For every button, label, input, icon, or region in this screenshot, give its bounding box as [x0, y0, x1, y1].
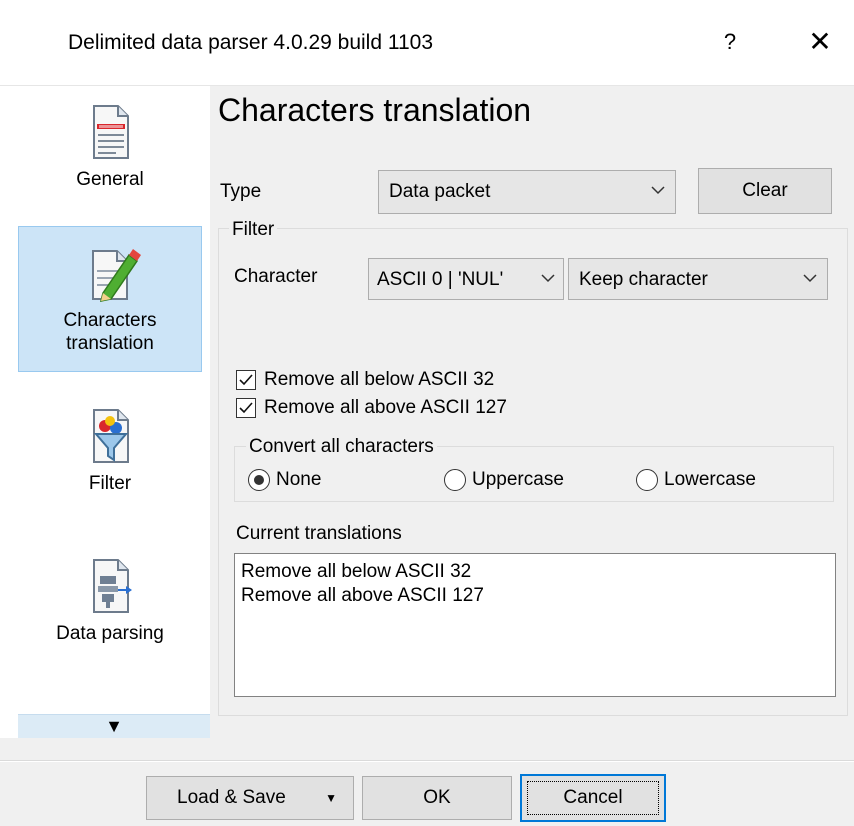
convert-none-radio[interactable] — [248, 469, 270, 491]
focus-ring — [527, 781, 659, 815]
sidebar-item-label: General — [76, 169, 144, 190]
page-title: Characters translation — [218, 92, 532, 128]
type-select[interactable]: Data packet — [378, 170, 676, 214]
document-icon — [93, 105, 129, 159]
load-save-label: Load & Save — [177, 787, 286, 808]
convert-lowercase-radio[interactable] — [636, 469, 658, 491]
remove-above-label: Remove all above ASCII 127 — [264, 397, 507, 418]
cancel-button[interactable]: Cancel — [520, 774, 666, 822]
sidebar-item-data-parsing[interactable]: Data parsing — [18, 540, 202, 686]
ok-button[interactable]: OK — [362, 776, 512, 820]
sidebar-scroll-down[interactable]: ▼ — [18, 714, 210, 738]
sidebar-item-filter[interactable]: Filter — [18, 390, 202, 536]
character-action-value: Keep character — [579, 269, 708, 290]
sidebar-item-characters-translation[interactable]: Characters translation — [18, 226, 202, 372]
current-translations-list[interactable]: Remove all below ASCII 32 Remove all abo… — [234, 553, 836, 697]
edit-document-icon — [92, 249, 141, 302]
sidebar-item-general[interactable]: General — [18, 86, 202, 232]
sidebar-nav: General Characters translation Filter Da… — [0, 86, 210, 738]
convert-none-label: None — [276, 469, 322, 490]
checkmark-icon — [239, 402, 253, 414]
type-label: Type — [220, 181, 262, 202]
window-title: Delimited data parser 4.0.29 build 1103 — [68, 31, 434, 54]
sidebar-item-label: Filter — [88, 473, 132, 494]
load-save-button[interactable]: Load & Save ▼ — [146, 776, 354, 820]
title-bar: Delimited data parser 4.0.29 build 1103 … — [0, 0, 854, 86]
character-action-select[interactable]: Keep character — [568, 258, 828, 300]
chevron-down-icon — [651, 186, 665, 195]
character-select-value: ASCII 0 | 'NUL' — [377, 269, 504, 290]
clear-button[interactable]: Clear — [698, 168, 832, 214]
chevron-down-icon — [803, 274, 817, 283]
convert-uppercase-radio[interactable] — [444, 469, 466, 491]
current-translations-label: Current translations — [236, 523, 402, 544]
convert-uppercase-label: Uppercase — [472, 469, 564, 490]
sidebar-item-label: Data parsing — [56, 623, 164, 644]
checkmark-icon — [239, 374, 253, 386]
chevron-down-icon — [541, 274, 555, 283]
radio-dot — [254, 475, 264, 485]
help-button[interactable]: ? — [706, 20, 754, 64]
footer-divider-highlight — [0, 761, 854, 762]
funnel-icon — [93, 409, 129, 463]
chevron-down-icon: ▼ — [105, 716, 123, 736]
parser-gear-icon — [93, 559, 132, 613]
list-item[interactable]: Remove all below ASCII 32 — [241, 560, 829, 584]
character-select[interactable]: ASCII 0 | 'NUL' — [368, 258, 564, 300]
remove-above-checkbox[interactable] — [236, 398, 256, 418]
character-label: Character — [234, 266, 318, 287]
remove-below-label: Remove all below ASCII 32 — [264, 369, 495, 390]
convert-group-title: Convert all characters — [246, 436, 437, 458]
type-select-value: Data packet — [389, 181, 491, 202]
close-button[interactable]: ✕ — [796, 20, 844, 64]
remove-below-checkbox[interactable] — [236, 370, 256, 390]
close-icon: ✕ — [808, 26, 832, 57]
convert-lowercase-label: Lowercase — [664, 469, 756, 490]
filter-group-title: Filter — [229, 219, 278, 241]
sidebar-item-label: Characters translation — [63, 310, 157, 354]
list-item[interactable]: Remove all above ASCII 127 — [241, 584, 829, 608]
chevron-down-icon: ▼ — [325, 791, 337, 805]
